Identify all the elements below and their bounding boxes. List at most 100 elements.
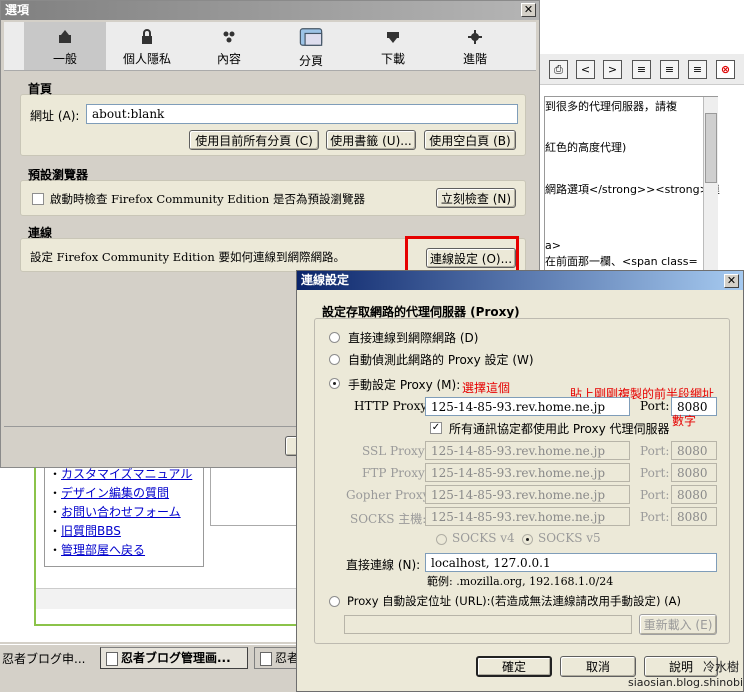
use-blank-page-button[interactable]: 使用空白頁 (B) — [424, 130, 516, 150]
options-titlebar: 選項 — [1, 1, 539, 20]
tabs-icon — [299, 28, 323, 46]
check-now-button[interactable]: 立刻檢查 (N) — [436, 188, 516, 208]
no-proxy-label: 直接連線 (N): — [346, 558, 421, 572]
use-bookmark-button[interactable]: 使用書籤 (U)... — [326, 130, 416, 150]
ftp-port-input[interactable]: 8080 — [671, 463, 717, 482]
ftp-proxy-input[interactable]: 125-14-85-93.rev.home.ne.jp — [425, 463, 630, 482]
ftp-port-label: Port: — [640, 466, 670, 480]
advanced-icon — [468, 30, 482, 44]
tab-label: 進階 — [462, 52, 487, 66]
jp-link[interactable]: デザイン編集の質問 — [61, 486, 169, 500]
connection-close-button[interactable]: ✕ — [724, 274, 739, 288]
ok-button[interactable]: 確定 — [476, 656, 552, 677]
socks-port-label: Port: — [640, 510, 670, 524]
share-proxy-label: 所有通訊協定都使用此 Proxy 代理伺服器 — [449, 422, 670, 436]
align-center-icon[interactable]: ≡ — [660, 60, 679, 79]
ssl-port-label: Port: — [640, 444, 670, 458]
tab-label: 分頁 — [298, 54, 323, 68]
default-browser-label: 啟動時檢查 Firefox Community Edition 是否為預設瀏覽器 — [50, 192, 365, 206]
share-proxy-checkbox[interactable]: ✓ — [430, 422, 442, 434]
radio-manual[interactable] — [329, 378, 340, 389]
http-proxy-label: HTTP Proxy: — [354, 399, 432, 413]
jp-link[interactable]: 旧質問BBS — [61, 524, 121, 538]
tab-general[interactable]: 一般 — [24, 22, 106, 70]
privacy-icon — [142, 29, 152, 44]
ssl-proxy-input[interactable]: 125-14-85-93.rev.home.ne.jp — [425, 441, 630, 460]
url-label: 網址 (A): — [30, 109, 80, 123]
downloads-icon — [387, 32, 399, 43]
tab-label: 下載 — [380, 52, 405, 66]
jp-side-box — [210, 466, 298, 526]
socks-v4-label: SOCKS v4 — [452, 531, 515, 545]
connection-settings-button[interactable]: 連線設定 (O)... — [426, 248, 516, 268]
no-proxy-input[interactable]: localhost, 127.0.0.1 — [425, 553, 717, 572]
socks-host-input[interactable]: 125-14-85-93.rev.home.ne.jp — [425, 507, 630, 526]
no-proxy-example: 範例: .mozilla.org, 192.168.1.0/24 — [427, 575, 614, 588]
tab-advanced[interactable]: 進階 — [434, 22, 516, 70]
arrow-right-icon[interactable]: > — [603, 60, 622, 79]
watermark-url: siaosian.blog.shinobi.jp — [628, 676, 744, 689]
bg-text-line: a> — [545, 239, 561, 252]
toolbar-icon-1[interactable]: ⎙ — [549, 60, 568, 79]
radio-pac[interactable] — [329, 596, 340, 607]
socks-v5-label: SOCKS v5 — [538, 531, 601, 545]
pac-url-input[interactable] — [344, 615, 632, 634]
cancel-button[interactable]: 取消 — [560, 656, 636, 677]
jp-link[interactable]: 管理部屋へ戻る — [61, 543, 145, 557]
tab-tabs[interactable]: 分頁 — [270, 22, 352, 70]
stop-icon[interactable]: ⊗ — [716, 60, 735, 79]
align-left-icon[interactable]: ≡ — [632, 60, 651, 79]
use-current-pages-button[interactable]: 使用目前所有分頁 (C) — [189, 130, 319, 150]
tab-label: 內容 — [216, 52, 241, 66]
socks-port-input[interactable]: 8080 — [671, 507, 717, 526]
arrow-left-icon[interactable]: < — [576, 60, 595, 79]
tab-label: 個人隱私 — [122, 52, 171, 66]
taskbar-item-active[interactable]: 忍者ブログ管理画... — [100, 647, 248, 669]
gopher-port-input[interactable]: 8080 — [671, 485, 717, 504]
default-browser-checkbox[interactable] — [32, 193, 44, 205]
default-browser-title: 預設瀏覽器 — [28, 168, 89, 182]
connection-desc: 設定 Firefox Community Edition 要如何連線到網際網路。 — [30, 250, 345, 264]
gopher-proxy-label: Gopher Proxy: — [346, 488, 434, 502]
gopher-port-label: Port: — [640, 488, 670, 502]
align-right-icon[interactable]: ≡ — [688, 60, 707, 79]
annotation-select: 選擇這個 — [462, 381, 511, 395]
home-page-title: 首頁 — [28, 82, 53, 96]
annotation-number: 數字 — [672, 414, 697, 428]
http-proxy-input[interactable]: 125-14-85-93.rev.home.ne.jp — [425, 397, 630, 416]
background-scrollbar[interactable] — [703, 97, 718, 273]
taskbar-item[interactable]: 忍者 — [254, 647, 300, 669]
socks-v4-radio[interactable] — [436, 534, 447, 545]
tab-label: 一般 — [52, 52, 77, 66]
tab-content[interactable]: 內容 — [188, 22, 270, 70]
options-close-button[interactable]: ✕ — [521, 3, 536, 17]
socks-v5-radio[interactable] — [522, 534, 533, 545]
taskbar-item-label: 忍者ブログ管理画... — [121, 651, 231, 665]
background-editor: 到很多的代理伺服器，請複 紅色的高度代理) 網路選項</strong>><str… — [544, 96, 720, 276]
jp-link[interactable]: お問い合わせフォーム — [61, 505, 181, 519]
tab-downloads[interactable]: 下載 — [352, 22, 434, 70]
scroll-thumb[interactable] — [705, 113, 717, 183]
jp-link[interactable]: カスタマイズマニュアル — [61, 467, 192, 481]
http-port-label: Port: — [640, 399, 670, 413]
jp-link-list: ・カスタマイズマニュアル ・デザイン編集の質問 ・お問い合わせフォーム ・旧質問… — [44, 465, 204, 567]
taskbar-item[interactable]: 忍者ブログ申... — [2, 649, 94, 669]
gopher-proxy-input[interactable]: 125-14-85-93.rev.home.ne.jp — [425, 485, 630, 504]
radio-auto-detect-label: 自動偵測此網路的 Proxy 設定 (W) — [348, 353, 534, 367]
bg-text-line: 在前面那一欄、<span class= — [545, 255, 698, 268]
jp-bottom-bar — [36, 588, 298, 609]
home-url-input[interactable]: about:blank — [86, 104, 518, 124]
radio-auto-detect[interactable] — [329, 354, 340, 365]
general-icon — [59, 30, 71, 43]
tab-privacy[interactable]: 個人隱私 — [106, 22, 188, 70]
options-footer-line — [4, 426, 296, 427]
page-icon — [260, 652, 272, 666]
connection-titlebar: 連線設定 — [297, 271, 743, 290]
ftp-proxy-label: FTP Proxy: — [362, 466, 429, 480]
reload-button[interactable]: 重新載入 (E) — [639, 614, 717, 635]
connection-dialog-title: 連線設定 — [301, 273, 350, 287]
ssl-proxy-label: SSL Proxy: — [362, 444, 429, 458]
content-icon — [223, 31, 235, 43]
ssl-port-input[interactable]: 8080 — [671, 441, 717, 460]
radio-direct[interactable] — [329, 332, 340, 343]
